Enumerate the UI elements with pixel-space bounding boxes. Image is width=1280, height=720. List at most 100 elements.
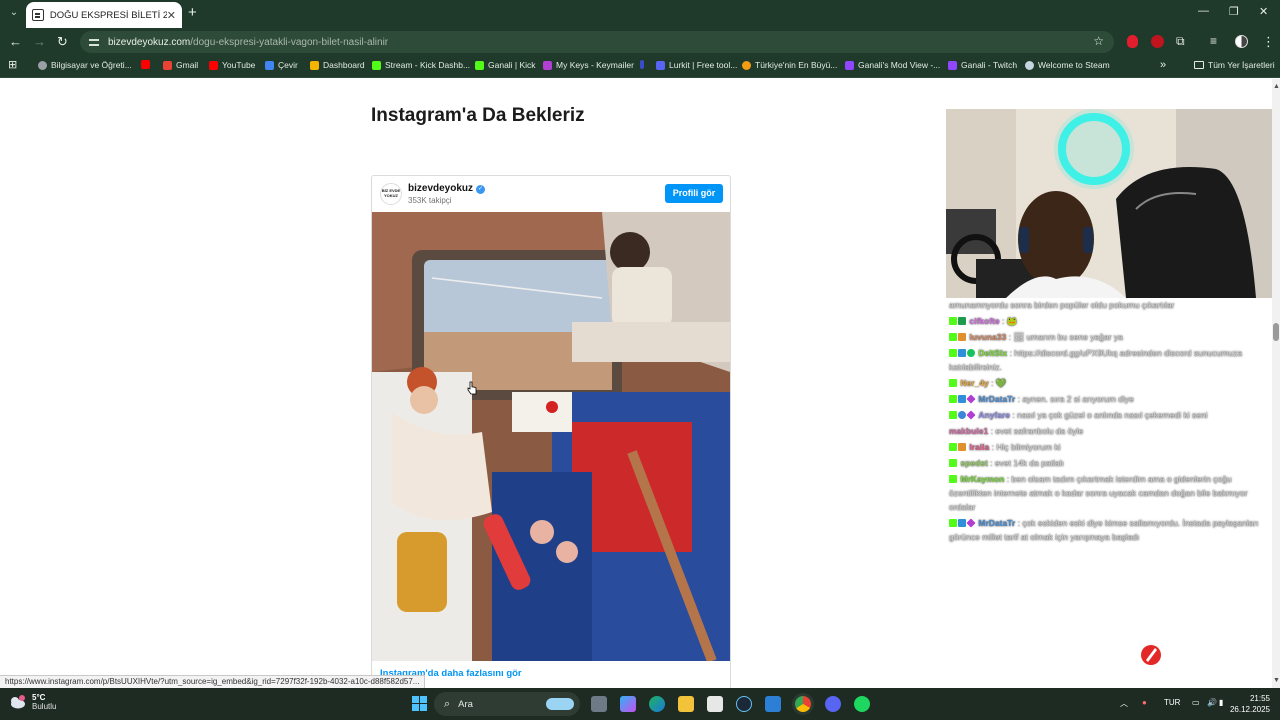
bookmark-item[interactable]: Gmail [163,60,198,70]
verified-badge-icon: ✓ [476,185,486,194]
chat-message: DeltSlx : https://discord.gg/uPX9Ukq adr… [949,346,1271,374]
extension-red-icon[interactable] [1127,35,1138,48]
copilot-icon[interactable] [620,696,636,712]
youtube-icon [209,60,218,70]
bookmark-label: Çevir [278,60,298,70]
all-bookmarks-folder[interactable]: Tüm Yer İşaretleri [1194,60,1275,70]
chat-username: spedst [960,458,988,468]
streamer-camera-feed [946,109,1279,298]
windows-taskbar: 5°C Bulutlu ⌕ Ara ︿ ● TUR ▭ 🔊 ▮ 21:55 26… [0,688,1280,720]
instagram-post-photo[interactable] [372,212,730,661]
minimize-icon[interactable]: — [1198,5,1209,17]
site-icon [742,60,751,70]
bookmark-item[interactable]: Ganali - Twitch [948,60,1017,70]
weather-widget[interactable]: 5°C Bulutlu [8,693,56,711]
bookmark-item[interactable] [640,60,648,69]
scroll-down-icon[interactable]: ▼ [1273,677,1280,684]
chat-badge-icon [958,443,966,451]
chat-text: : Hiç bilmiyorum ki [991,442,1061,452]
start-button[interactable] [412,696,427,711]
chat-username: DeltSlx [978,348,1008,358]
instagram-username[interactable]: bizevdeyokuz ✓ [408,183,486,194]
bookmark-item[interactable]: Dashboard [310,60,365,70]
chat-badge-icon [966,410,976,420]
chat-message: makbule1 : evet safranbolu da öyle [949,424,1271,438]
kick-badge-icon [949,519,957,527]
chat-message: MrDataTr : çok eskiden eski diye kimse s… [949,516,1271,544]
scroll-thumb[interactable] [1273,323,1279,341]
bookmark-item[interactable]: Stream - Kick Dashb... [372,60,470,70]
webcam-overlay [946,109,1279,298]
bookmark-item[interactable]: Ganali | Kick [475,60,536,70]
scroll-up-icon[interactable]: ▲ [1273,83,1280,90]
url-host: bizevdeyokuz.com [108,36,191,48]
bookmark-item[interactable]: My Keys - Keymailer [543,60,634,70]
kick-badge-icon [949,475,957,483]
new-tab-icon[interactable]: + [188,4,197,21]
media-controls-icon[interactable]: ≡ [1210,34,1217,48]
chat-message: Iraila : Hiç bilmiyorum ki [949,440,1271,454]
view-profile-button[interactable]: Profili gör [665,184,723,203]
bookmark-item[interactable]: Türkiye'nin En Büyü... [742,60,837,70]
network-icon[interactable]: ▭ [1192,698,1200,707]
profile-avatar-icon[interactable] [1235,35,1248,48]
url-text[interactable]: bizevdeyokuz.com/dogu-ekspresi-yatakli-v… [108,37,388,48]
page-scrollbar[interactable]: ▲ ▼ [1272,79,1280,688]
chat-message: spedst : evet 14k da patlalı [949,456,1271,470]
address-bar[interactable]: bizevdeyokuz.com/dogu-ekspresi-yatakli-v… [80,31,1114,53]
bookmark-item[interactable]: YouTube [209,60,255,70]
back-icon[interactable]: ← [9,34,22,49]
site-info-icon[interactable] [88,36,100,48]
close-tab-icon[interactable]: ✕ [167,9,176,22]
chat-username: MrDataTr [978,394,1016,404]
tab-active[interactable]: DOĞU EKSPRESİ BİLETİ 2025 - Y ✕ [26,2,182,28]
spotify-icon[interactable] [854,696,870,712]
system-clock[interactable]: 21:55 26.12.2025 [1228,693,1270,715]
bookmark-item[interactable]: Ganali's Mod View -... [845,60,940,70]
forward-icon[interactable]: → [33,34,46,49]
bookmark-item[interactable]: Çevir [265,60,298,70]
battery-icon[interactable]: ▮ [1219,698,1223,707]
bookmarks-bar: ⊞ Bilgisayar ve Öğreti... Gmail YouTube … [0,56,1280,78]
bookmark-label: Ganali's Mod View -... [858,60,941,70]
extensions-puzzle-icon[interactable]: ⧉ [1176,34,1185,49]
window-close-icon[interactable]: ✕ [1259,5,1268,18]
chat-badge-icon [958,395,966,403]
chat-username: Ner_4y [960,378,989,388]
edge-icon[interactable] [649,696,665,712]
extension-adblock-icon[interactable] [1151,35,1164,48]
train-cabin-photo [372,212,730,661]
discord-icon[interactable] [825,696,841,712]
microphone-icon[interactable]: ● [1142,698,1147,707]
mail-icon[interactable] [765,696,781,712]
volume-icon[interactable]: 🔊 [1207,698,1217,707]
reload-icon[interactable]: ↻ [57,34,68,50]
browser-toolbar: ← → ↻ bizevdeyokuz.com/dogu-ekspresi-yat… [0,28,1280,56]
task-view-icon[interactable] [591,696,607,712]
store-icon[interactable] [707,696,723,712]
more-bookmarks-icon[interactable]: » [1160,59,1166,71]
restore-icon[interactable]: ❐ [1229,5,1239,18]
bookmark-item[interactable]: Welcome to Steam [1025,60,1110,70]
lurkit-icon [656,60,665,70]
taskbar-search[interactable]: ⌕ Ara [434,692,580,716]
steam-icon[interactable] [736,696,752,712]
instagram-avatar[interactable]: BİZ EVDE YOKUZ [380,183,402,205]
chat-message: amunamnyordu sonra birden popüler oldu p… [949,298,1271,312]
chat-text: : aynen. sıra 2 si arıyorum diye [1017,394,1134,404]
bookmark-star-icon[interactable]: ☆ [1093,34,1104,48]
bookmark-item[interactable] [141,60,154,69]
chat-badge-icon [966,394,976,404]
input-language[interactable]: TUR [1164,698,1180,707]
browser-menu-icon[interactable]: ⋮ [1262,34,1275,50]
globe-icon [38,60,47,70]
show-hidden-icons[interactable]: ︿ [1120,698,1128,709]
tab-search-icon[interactable]: ⌄ [6,5,22,21]
bookmark-item[interactable]: Bilgisayar ve Öğreti... [38,60,132,70]
chrome-icon[interactable] [795,696,811,712]
bookmark-item[interactable]: Lurkit | Free tool... [656,60,737,70]
steam-icon [1025,60,1034,70]
file-explorer-icon[interactable] [678,696,694,712]
apps-grid-icon[interactable]: ⊞ [8,58,17,71]
kick-icon [475,60,484,70]
